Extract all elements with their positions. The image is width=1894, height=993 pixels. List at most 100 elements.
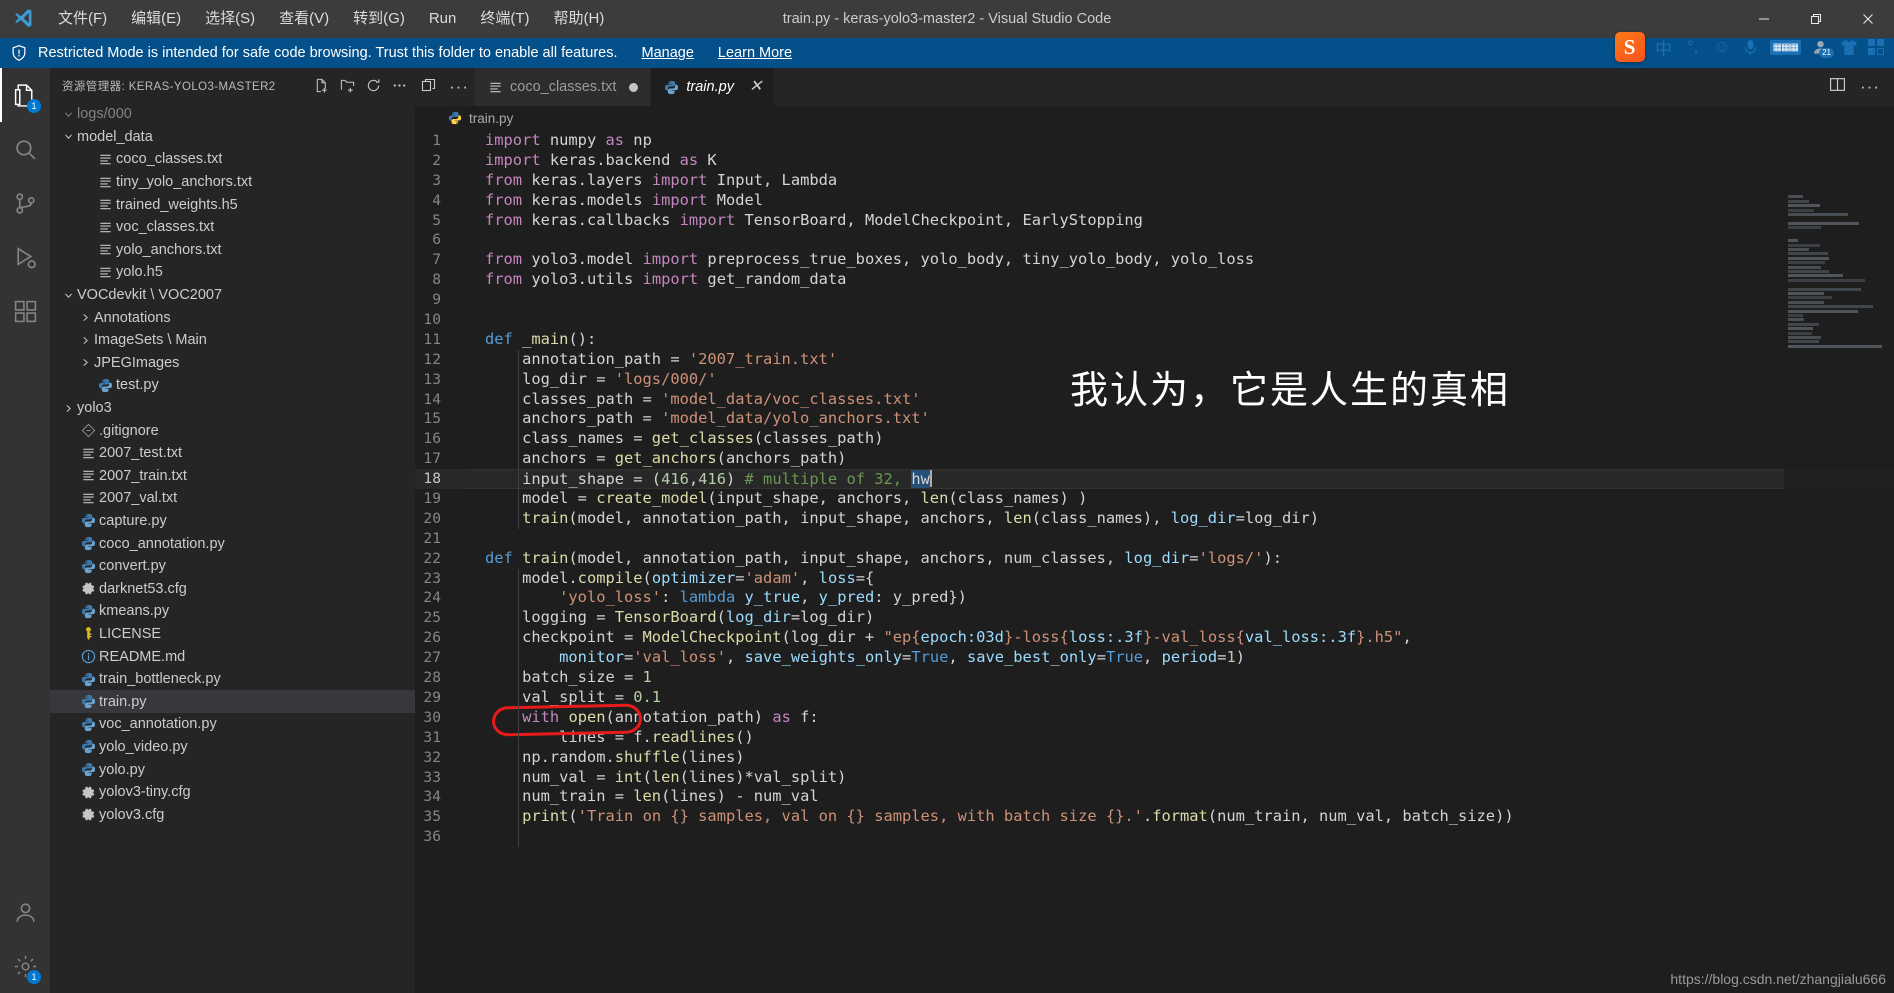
menu-help[interactable]: 帮助(H) bbox=[542, 0, 617, 38]
file-tree-row[interactable]: README.md bbox=[50, 645, 415, 668]
file-tree-row[interactable]: yolo3 bbox=[50, 397, 415, 420]
chevron-right-icon[interactable] bbox=[77, 312, 94, 323]
unsaved-indicator-icon[interactable] bbox=[629, 82, 639, 92]
code-lines[interactable]: 1 import numpy as np 2 import keras.backend… bbox=[415, 131, 1894, 847]
file-tree[interactable]: logs/000 model_data coco_classes.txt tiny_y… bbox=[50, 103, 415, 991]
file-tree-row[interactable]: model_data bbox=[50, 126, 415, 149]
file-tree-row[interactable]: voc_classes.txt bbox=[50, 216, 415, 239]
code-line[interactable]: 29 val_split = 0.1 bbox=[415, 688, 1894, 708]
code-editor[interactable]: 1 import numpy as np 2 import keras.backend… bbox=[415, 131, 1894, 993]
activity-extensions[interactable] bbox=[0, 284, 50, 338]
editor-tab[interactable]: coco_classes.txt bbox=[475, 68, 652, 106]
file-tree-row[interactable]: 2007_train.txt bbox=[50, 465, 415, 488]
code-line[interactable]: 5 from keras.callbacks import TensorBoard… bbox=[415, 211, 1894, 231]
file-tree-row[interactable]: kmeans.py bbox=[50, 600, 415, 623]
file-tree-row[interactable]: tiny_yolo_anchors.txt bbox=[50, 171, 415, 194]
file-tree-row[interactable]: yolov3-tiny.cfg bbox=[50, 781, 415, 804]
editor-more-icon[interactable]: ··· bbox=[1860, 78, 1880, 95]
minimap[interactable] bbox=[1784, 194, 1894, 993]
new-folder-icon[interactable] bbox=[335, 74, 359, 98]
code-line[interactable]: 35 print('Train on {} samples, val on {}… bbox=[415, 807, 1894, 827]
file-tree-row[interactable]: trained_weights.h5 bbox=[50, 193, 415, 216]
file-tree-row[interactable]: yolo_anchors.txt bbox=[50, 239, 415, 262]
file-tree-row[interactable]: voc_annotation.py bbox=[50, 713, 415, 736]
chevron-right-icon[interactable] bbox=[77, 335, 94, 346]
code-line[interactable]: 36 bbox=[415, 827, 1894, 847]
activity-explorer[interactable]: 1 bbox=[0, 68, 50, 122]
file-tree-row[interactable]: yolo_video.py bbox=[50, 736, 415, 759]
menu-view[interactable]: 查看(V) bbox=[267, 0, 341, 38]
file-tree-row[interactable]: capture.py bbox=[50, 510, 415, 533]
menu-file[interactable]: 文件(F) bbox=[46, 0, 119, 38]
code-line[interactable]: 25 logging = TensorBoard(log_dir=log_dir… bbox=[415, 608, 1894, 628]
code-line[interactable]: 24 'yolo_loss': lambda y_true, y_pred: y… bbox=[415, 588, 1894, 608]
code-line[interactable]: 20 train(model, annotation_path, input_s… bbox=[415, 509, 1894, 529]
code-line[interactable]: 18 input_shape = (416,416) # multiple of… bbox=[415, 468, 1894, 490]
ime-punctuation-icon[interactable]: °, bbox=[1683, 37, 1703, 57]
activity-source-control[interactable] bbox=[0, 176, 50, 230]
code-line[interactable]: 19 model = create_model(input_shape, anc… bbox=[415, 489, 1894, 509]
code-line[interactable]: 28 batch_size = 1 bbox=[415, 668, 1894, 688]
ime-apps-grid-icon[interactable] bbox=[1868, 39, 1884, 55]
code-line[interactable]: 10 bbox=[415, 310, 1894, 330]
manage-link[interactable]: Manage bbox=[642, 45, 694, 61]
code-line[interactable]: 23 model.compile(optimizer='adam', loss=… bbox=[415, 569, 1894, 589]
code-line[interactable]: 15 anchors_path = 'model_data/yolo_ancho… bbox=[415, 409, 1894, 429]
file-tree-row[interactable]: 2007_val.txt bbox=[50, 487, 415, 510]
code-line[interactable]: 4 from keras.models import Model bbox=[415, 191, 1894, 211]
editor-tab[interactable]: train.py ✕ bbox=[651, 68, 776, 106]
file-tree-row[interactable]: train.py bbox=[50, 690, 415, 714]
code-line[interactable]: 31 lines = f.readlines() bbox=[415, 728, 1894, 748]
activity-settings[interactable]: 1 bbox=[0, 939, 50, 993]
chevron-right-icon[interactable] bbox=[60, 403, 77, 414]
breadcrumb[interactable]: train.py bbox=[415, 106, 1894, 131]
code-line[interactable]: 21 bbox=[415, 529, 1894, 549]
tab-more-icon[interactable]: ··· bbox=[449, 78, 469, 95]
file-tree-row[interactable]: train_bottleneck.py bbox=[50, 668, 415, 691]
split-editor-icon[interactable] bbox=[1829, 76, 1846, 98]
code-line[interactable]: 1 import numpy as np bbox=[415, 131, 1894, 151]
file-tree-row[interactable]: logs/000 bbox=[50, 103, 415, 126]
code-line[interactable]: 33 num_val = int(len(lines)*val_split) bbox=[415, 768, 1894, 788]
chevron-down-icon[interactable] bbox=[60, 290, 77, 301]
ellipsis-icon[interactable] bbox=[387, 74, 411, 98]
activity-search[interactable] bbox=[0, 122, 50, 176]
chevron-down-icon[interactable] bbox=[60, 131, 77, 142]
menu-run[interactable]: Run bbox=[417, 0, 469, 38]
code-line[interactable]: 14 classes_path = 'model_data/voc_classe… bbox=[415, 390, 1894, 410]
code-line[interactable]: 27 monitor='val_loss', save_weights_only… bbox=[415, 648, 1894, 668]
file-tree-row[interactable]: coco_classes.txt bbox=[50, 148, 415, 171]
code-line[interactable]: 7 from yolo3.model import preprocess_true… bbox=[415, 250, 1894, 270]
sogou-logo-icon[interactable]: S bbox=[1614, 32, 1645, 62]
file-tree-row[interactable]: darknet53.cfg bbox=[50, 577, 415, 600]
file-tree-row[interactable]: yolo.py bbox=[50, 758, 415, 781]
code-line[interactable]: 11 def _main(): bbox=[415, 330, 1894, 350]
ime-mode-icon[interactable]: 中 bbox=[1654, 35, 1674, 60]
file-tree-row[interactable]: LICENSE bbox=[50, 623, 415, 646]
menu-edit[interactable]: 编辑(E) bbox=[119, 0, 193, 38]
menu-terminal[interactable]: 终端(T) bbox=[468, 0, 541, 38]
file-tree-row[interactable]: 2007_test.txt bbox=[50, 442, 415, 465]
code-line[interactable]: 17 anchors = get_anchors(anchors_path) bbox=[415, 449, 1894, 469]
code-line[interactable]: 32 np.random.shuffle(lines) bbox=[415, 748, 1894, 768]
new-file-icon[interactable] bbox=[309, 74, 333, 98]
chevron-down-icon[interactable] bbox=[60, 109, 77, 120]
ime-keyboard-icon[interactable]: ▦▦▦ bbox=[1769, 39, 1801, 55]
code-line[interactable]: 13 log_dir = 'logs/000/' bbox=[415, 370, 1894, 390]
ime-skin-icon[interactable] bbox=[1839, 39, 1859, 56]
code-line[interactable]: 26 checkpoint = ModelCheckpoint(log_dir … bbox=[415, 628, 1894, 648]
file-tree-row[interactable]: .gitignore bbox=[50, 419, 415, 442]
file-tree-row[interactable]: coco_annotation.py bbox=[50, 532, 415, 555]
activity-accounts[interactable] bbox=[0, 885, 50, 939]
code-line[interactable]: 6 bbox=[415, 230, 1894, 250]
file-tree-row[interactable]: yolov3.cfg bbox=[50, 803, 415, 826]
refresh-icon[interactable] bbox=[361, 74, 385, 98]
editor-layout-icon[interactable] bbox=[421, 77, 437, 98]
ime-user-icon[interactable]: 21 bbox=[1810, 39, 1834, 58]
chevron-right-icon[interactable] bbox=[77, 357, 94, 368]
code-line[interactable]: 9 bbox=[415, 290, 1894, 310]
activity-run-debug[interactable] bbox=[0, 230, 50, 284]
ime-emoji-icon[interactable]: ☺ bbox=[1712, 37, 1732, 57]
file-tree-row[interactable]: yolo.h5 bbox=[50, 261, 415, 284]
close-tab-icon[interactable]: ✕ bbox=[749, 79, 762, 95]
